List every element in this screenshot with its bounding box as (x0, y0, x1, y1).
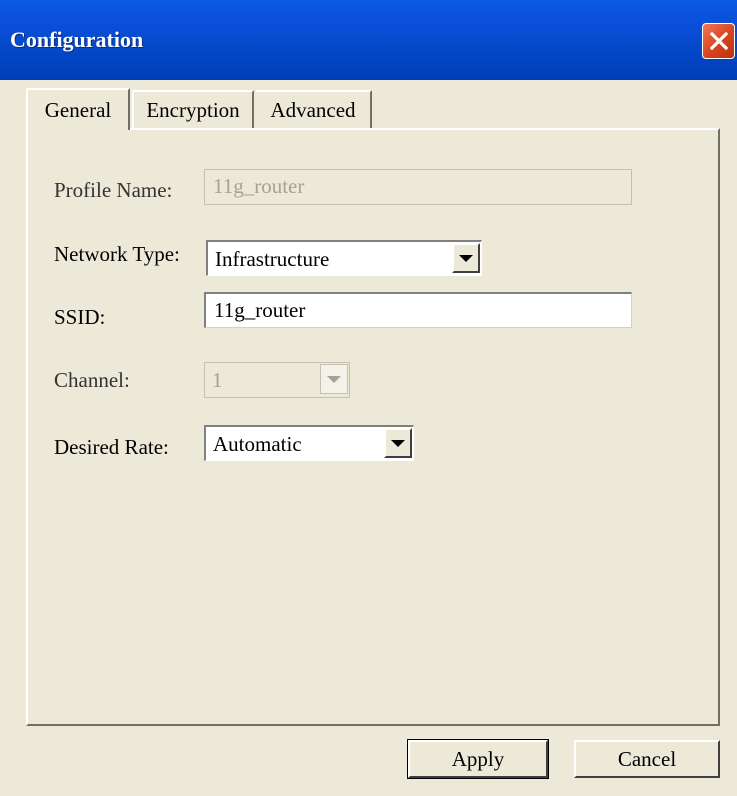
title-bar: Configuration (0, 0, 737, 80)
network-type-select[interactable]: Infrastructure (206, 240, 482, 276)
chevron-down-icon (327, 375, 341, 383)
close-button[interactable] (702, 23, 735, 59)
tab-general-label: General (44, 97, 112, 122)
network-type-dropdown-button[interactable] (452, 243, 480, 273)
chevron-down-icon (391, 439, 405, 447)
channel-dropdown-button (320, 364, 348, 394)
tab-advanced-label: Advanced (270, 97, 356, 122)
desired-rate-value: Automatic (213, 432, 302, 456)
chevron-down-icon (459, 254, 473, 262)
cancel-button[interactable]: Cancel (574, 740, 720, 778)
tab-advanced[interactable]: Advanced (256, 90, 372, 128)
channel-select: 1 (204, 362, 350, 398)
network-type-label: Network Type: (54, 242, 180, 266)
ssid-label: SSID: (54, 305, 106, 329)
ssid-value: 11g_router (214, 298, 306, 322)
ssid-input[interactable]: 11g_router (204, 292, 632, 328)
profile-name-field: 11g_router (204, 169, 632, 205)
tab-encryption[interactable]: Encryption (132, 90, 254, 128)
network-type-value: Infrastructure (215, 247, 330, 271)
close-icon (709, 31, 728, 51)
desired-rate-dropdown-button[interactable] (384, 428, 412, 458)
tab-encryption-label: Encryption (146, 97, 240, 122)
tab-general[interactable]: General (26, 88, 130, 130)
apply-button[interactable]: Apply (407, 739, 549, 779)
channel-label: Channel: (54, 368, 130, 392)
desired-rate-select[interactable]: Automatic (204, 425, 414, 461)
desired-rate-label: Desired Rate: (54, 435, 169, 459)
profile-name-value: 11g_router (213, 174, 305, 198)
profile-name-label: Profile Name: (54, 178, 173, 202)
window-title: Configuration (10, 27, 144, 52)
channel-value: 1 (212, 368, 223, 392)
